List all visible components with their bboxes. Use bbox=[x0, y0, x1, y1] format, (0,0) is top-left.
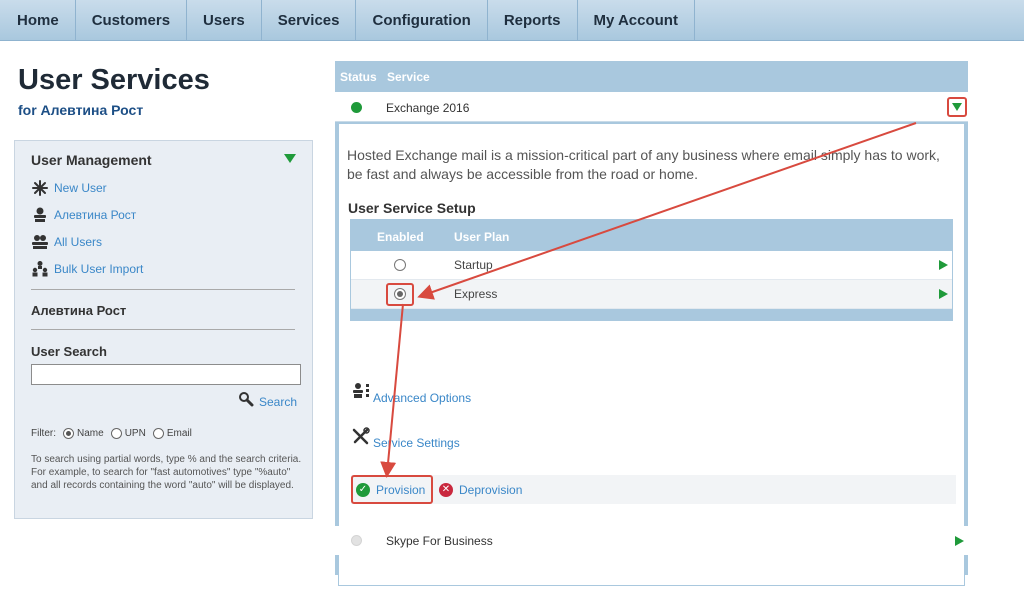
nav-customers[interactable]: Customers bbox=[76, 0, 188, 41]
page-title: User Services bbox=[18, 64, 210, 96]
search-filter: Filter: Name UPN Email bbox=[31, 428, 194, 439]
expand-service-button[interactable] bbox=[947, 97, 967, 117]
filter-email-radio[interactable] bbox=[152, 428, 164, 439]
user-service-setup-title: User Service Setup bbox=[348, 200, 476, 216]
plan-name-express: Express bbox=[454, 287, 498, 301]
provision-button[interactable]: ✓ Provision bbox=[351, 475, 433, 504]
service-name-exchange: Exchange 2016 bbox=[386, 101, 470, 115]
service-settings-label: Service Settings bbox=[373, 436, 460, 450]
provision-label: Provision bbox=[376, 482, 426, 497]
plan-radio-startup[interactable] bbox=[394, 259, 406, 271]
chevron-down-icon bbox=[952, 103, 962, 111]
provision-actions: ✓ Provision ✕ Deprovision bbox=[351, 475, 956, 504]
filter-upn-radio[interactable] bbox=[110, 428, 122, 439]
search-button[interactable]: Search bbox=[238, 391, 297, 412]
org-chart-icon bbox=[31, 260, 49, 278]
left-panel: User Management New User Алевтина Рост A… bbox=[14, 140, 313, 519]
nav-users[interactable]: Users bbox=[187, 0, 262, 41]
all-users-link[interactable]: All Users bbox=[31, 233, 102, 251]
nav-my-account[interactable]: My Account bbox=[578, 0, 695, 41]
plan-table-header: Enabled User Plan bbox=[351, 220, 952, 251]
services-panel: Status Service Exchange 2016 Hosted Exch… bbox=[335, 61, 968, 586]
advanced-options-link[interactable]: Advanced Options bbox=[351, 382, 471, 405]
tools-icon bbox=[351, 427, 371, 450]
separator bbox=[31, 329, 295, 330]
current-user-label: Алевтина Рост bbox=[54, 208, 137, 222]
page-subtitle: for Алевтина Рост bbox=[18, 102, 144, 118]
service-row-exchange[interactable]: Exchange 2016 bbox=[335, 92, 968, 122]
play-icon[interactable] bbox=[939, 289, 948, 299]
deprovision-button[interactable]: ✕ Deprovision bbox=[439, 475, 522, 504]
filter-upn-label: UPN bbox=[124, 428, 146, 439]
nav-services[interactable]: Services bbox=[262, 0, 357, 41]
plan-row-startup[interactable]: Startup bbox=[351, 251, 952, 280]
search-input[interactable] bbox=[31, 364, 301, 385]
enabled-column-header: Enabled bbox=[377, 230, 424, 244]
current-user-heading: Алевтина Рост bbox=[31, 303, 127, 318]
service-detail-exchange: Hosted Exchange mail is a mission-critic… bbox=[338, 123, 965, 586]
play-icon[interactable] bbox=[955, 536, 964, 546]
user-search-heading: User Search bbox=[31, 344, 107, 359]
separator bbox=[31, 289, 295, 290]
plan-name-startup: Startup bbox=[454, 258, 493, 272]
top-nav: Home Customers Users Services Configurat… bbox=[0, 0, 1024, 41]
new-user-icon bbox=[31, 179, 49, 197]
status-column-header: Status bbox=[340, 70, 377, 84]
user-plan-table: Enabled User Plan Startup Express bbox=[350, 219, 953, 321]
service-column-header: Service bbox=[387, 70, 430, 84]
all-users-label: All Users bbox=[54, 235, 103, 249]
search-help-text: To search using partial words, type % an… bbox=[31, 454, 302, 491]
search-icon bbox=[238, 391, 254, 412]
filter-name-label: Name bbox=[77, 428, 104, 439]
search-label: Search bbox=[259, 394, 298, 409]
bulk-user-import-label: Bulk User Import bbox=[54, 262, 144, 276]
user-management-heading: User Management bbox=[31, 152, 152, 168]
new-user-link[interactable]: New User bbox=[31, 179, 107, 197]
user-icon bbox=[31, 206, 49, 224]
filter-label: Filter: bbox=[31, 428, 56, 439]
deprovision-label: Deprovision bbox=[459, 482, 523, 497]
service-settings-link[interactable]: Service Settings bbox=[351, 427, 460, 450]
plan-radio-express[interactable] bbox=[394, 288, 406, 300]
nav-configuration[interactable]: Configuration bbox=[356, 0, 488, 41]
filter-name-radio[interactable] bbox=[63, 428, 74, 439]
nav-reports[interactable]: Reports bbox=[488, 0, 578, 41]
service-description: Hosted Exchange mail is a mission-critic… bbox=[347, 147, 940, 182]
nav-home[interactable]: Home bbox=[0, 0, 76, 41]
status-inactive-icon bbox=[351, 535, 362, 546]
check-icon: ✓ bbox=[356, 482, 370, 497]
plan-table-footer bbox=[351, 309, 952, 320]
play-icon[interactable] bbox=[939, 260, 948, 270]
advanced-options-icon bbox=[351, 382, 371, 405]
status-active-icon bbox=[351, 102, 362, 113]
service-name-skype: Skype For Business bbox=[386, 534, 493, 548]
service-row-skype[interactable]: Skype For Business bbox=[335, 526, 968, 555]
filter-email-label: Email bbox=[166, 428, 192, 439]
collapse-toggle-icon[interactable] bbox=[284, 154, 296, 163]
plan-row-express[interactable]: Express bbox=[351, 280, 952, 309]
user-plan-column-header: User Plan bbox=[454, 230, 510, 244]
close-icon: ✕ bbox=[439, 482, 453, 497]
new-user-label: New User bbox=[54, 181, 107, 195]
users-icon bbox=[31, 233, 49, 251]
advanced-options-label: Advanced Options bbox=[373, 391, 472, 405]
bulk-user-import-link[interactable]: Bulk User Import bbox=[31, 260, 143, 278]
services-header: Status Service bbox=[335, 61, 968, 91]
current-user-link[interactable]: Алевтина Рост bbox=[31, 206, 136, 224]
